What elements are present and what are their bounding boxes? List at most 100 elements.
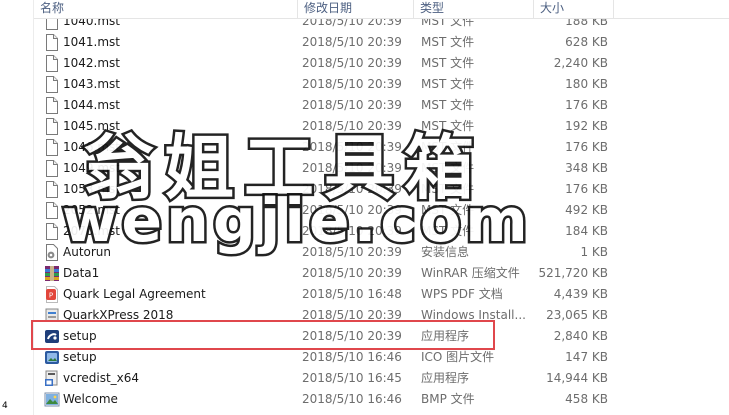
file-name: 1043.mst xyxy=(63,77,120,91)
file-type: MST 文件 xyxy=(421,140,475,154)
file-row[interactable]: 2052.mst 2018/5/10 20:39 MST 文件 492 KB xyxy=(34,200,729,221)
document-icon xyxy=(44,139,60,156)
file-row[interactable]: 1041.mst 2018/5/10 20:39 MST 文件 628 KB xyxy=(34,32,729,53)
file-date: 2018/5/10 20:39 xyxy=(302,308,402,322)
document-icon xyxy=(44,55,60,72)
column-header-date[interactable]: 修改日期 xyxy=(298,0,414,18)
file-size: 176 KB xyxy=(565,98,608,112)
file-name: Data1 xyxy=(63,266,100,280)
file-name: QuarkXPress 2018 xyxy=(63,308,174,322)
file-size: 176 KB xyxy=(565,182,608,196)
side-mark: 4 xyxy=(2,401,8,411)
file-size: 180 KB xyxy=(565,77,608,91)
file-name: 1045.mst xyxy=(63,119,120,133)
file-date: 2018/5/10 20:39 xyxy=(302,224,402,238)
file-date: 2018/5/10 20:39 xyxy=(302,140,402,154)
file-row[interactable]: setup 2018/5/10 20:39 应用程序 2,840 KB xyxy=(34,326,729,347)
column-header: 名称 修改日期 类型 大小 xyxy=(34,0,729,19)
document-icon xyxy=(44,202,60,219)
file-type: 安装信息 xyxy=(421,245,470,259)
file-row[interactable]: 1045.mst 2018/5/10 20:39 MST 文件 192 KB xyxy=(34,116,729,137)
navigation-pane-edge: 4 xyxy=(0,0,34,415)
ico-image-icon xyxy=(44,349,60,366)
file-date: 2018/5/10 20:39 xyxy=(302,245,402,259)
file-name: Autorun xyxy=(63,245,112,259)
document-icon xyxy=(44,160,60,177)
file-type: MST 文件 xyxy=(421,224,475,238)
file-type: WPS PDF 文档 xyxy=(421,287,503,301)
file-name: Welcome xyxy=(63,392,118,406)
file-date: 2018/5/10 20:39 xyxy=(302,203,402,217)
file-type: BMP 文件 xyxy=(421,392,475,406)
file-row[interactable]: Data1 2018/5/10 20:39 WinRAR 压缩文件 521,720 K… xyxy=(34,263,729,284)
file-size: 1 KB xyxy=(580,245,608,259)
file-row[interactable]: 1046.mst 2018/5/10 20:39 MST 文件 176 KB xyxy=(34,137,729,158)
file-row[interactable]: 1053.mst 2018/5/10 20:39 MST 文件 176 KB xyxy=(34,179,729,200)
document-icon xyxy=(44,34,60,51)
file-row[interactable]: P Quark Legal Agreement 2018/5/10 16:48 WPS… xyxy=(34,284,729,305)
gear-document-icon xyxy=(44,244,60,261)
file-date: 2018/5/10 20:39 xyxy=(302,182,402,196)
file-size: 458 KB xyxy=(565,392,608,406)
file-row[interactable]: Autorun 2018/5/10 20:39 安装信息 1 KB xyxy=(34,242,729,263)
file-type: MST 文件 xyxy=(421,77,475,91)
file-row[interactable]: Welcome 2018/5/10 16:46 BMP 文件 458 KB xyxy=(34,389,729,410)
file-type: MST 文件 xyxy=(421,182,475,196)
column-header-name[interactable]: 名称 xyxy=(34,0,298,18)
file-row[interactable]: vcredist_x64 2018/5/10 16:45 应用程序 14,944 KB xyxy=(34,368,729,389)
file-type: 应用程序 xyxy=(421,329,470,343)
file-row[interactable]: 1044.mst 2018/5/10 20:39 MST 文件 176 KB xyxy=(34,95,729,116)
file-size: 2,240 KB xyxy=(553,56,608,70)
file-date: 2018/5/10 20:39 xyxy=(302,329,402,343)
file-row[interactable]: 1049.mst 2018/5/10 20:39 MST 文件 348 KB xyxy=(34,158,729,179)
file-date: 2018/5/10 16:45 xyxy=(302,371,402,385)
file-size: 348 KB xyxy=(565,161,608,175)
file-date: 2018/5/10 20:39 xyxy=(302,77,402,91)
file-size: 147 KB xyxy=(565,350,608,364)
file-row[interactable]: QuarkXPress 2018 2018/5/10 20:39 Windows I… xyxy=(34,305,729,326)
column-header-size[interactable]: 大小 xyxy=(534,0,614,18)
file-size: 192 KB xyxy=(565,119,608,133)
file-date: 2018/5/10 20:39 xyxy=(302,119,402,133)
document-icon xyxy=(44,181,60,198)
pdf-icon: P xyxy=(44,286,60,303)
file-name: setup xyxy=(63,350,97,364)
installer-icon xyxy=(44,307,60,324)
document-icon xyxy=(44,118,60,135)
file-date: 2018/5/10 16:46 xyxy=(302,350,402,364)
file-row[interactable]: 2070.mst 2018/5/10 20:39 MST 文件 184 KB xyxy=(34,221,729,242)
file-type: WinRAR 压缩文件 xyxy=(421,266,520,280)
file-row[interactable]: 1042.mst 2018/5/10 20:39 MST 文件 2,240 KB xyxy=(34,53,729,74)
file-size: 23,065 KB xyxy=(546,308,608,322)
file-type: ICO 图片文件 xyxy=(421,350,495,364)
file-type: MST 文件 xyxy=(421,35,475,49)
file-size: 4,439 KB xyxy=(553,287,608,301)
column-header-type[interactable]: 类型 xyxy=(414,0,534,18)
file-date: 2018/5/10 16:48 xyxy=(302,287,402,301)
file-list: 1040.mst 2018/5/10 20:39 MST 文件 188 KB 1041.… xyxy=(34,11,729,410)
file-name: 1044.mst xyxy=(63,98,120,112)
file-size: 176 KB xyxy=(565,140,608,154)
file-date: 2018/5/10 16:46 xyxy=(302,392,402,406)
file-row[interactable]: 1043.mst 2018/5/10 20:39 MST 文件 180 KB xyxy=(34,74,729,95)
file-size: 2,840 KB xyxy=(553,329,608,343)
file-size: 521,720 KB xyxy=(538,266,608,280)
svg-text:P: P xyxy=(49,292,53,300)
file-date: 2018/5/10 20:39 xyxy=(302,56,402,70)
file-name: setup xyxy=(63,329,97,343)
file-type: MST 文件 xyxy=(421,98,475,112)
file-name: 2052.mst xyxy=(63,203,120,217)
file-size: 628 KB xyxy=(565,35,608,49)
vcredist-icon xyxy=(44,370,60,387)
file-name: 1041.mst xyxy=(63,35,120,49)
file-row[interactable]: setup 2018/5/10 16:46 ICO 图片文件 147 KB xyxy=(34,347,729,368)
file-date: 2018/5/10 20:39 xyxy=(302,98,402,112)
setup-app-icon xyxy=(44,328,60,345)
file-type: MST 文件 xyxy=(421,119,475,133)
bmp-image-icon xyxy=(44,391,60,408)
file-name: vcredist_x64 xyxy=(63,371,140,385)
file-date: 2018/5/10 20:39 xyxy=(302,266,402,280)
file-date: 2018/5/10 20:39 xyxy=(302,35,402,49)
file-size: 184 KB xyxy=(565,224,608,238)
file-name: 1053.mst xyxy=(63,182,120,196)
